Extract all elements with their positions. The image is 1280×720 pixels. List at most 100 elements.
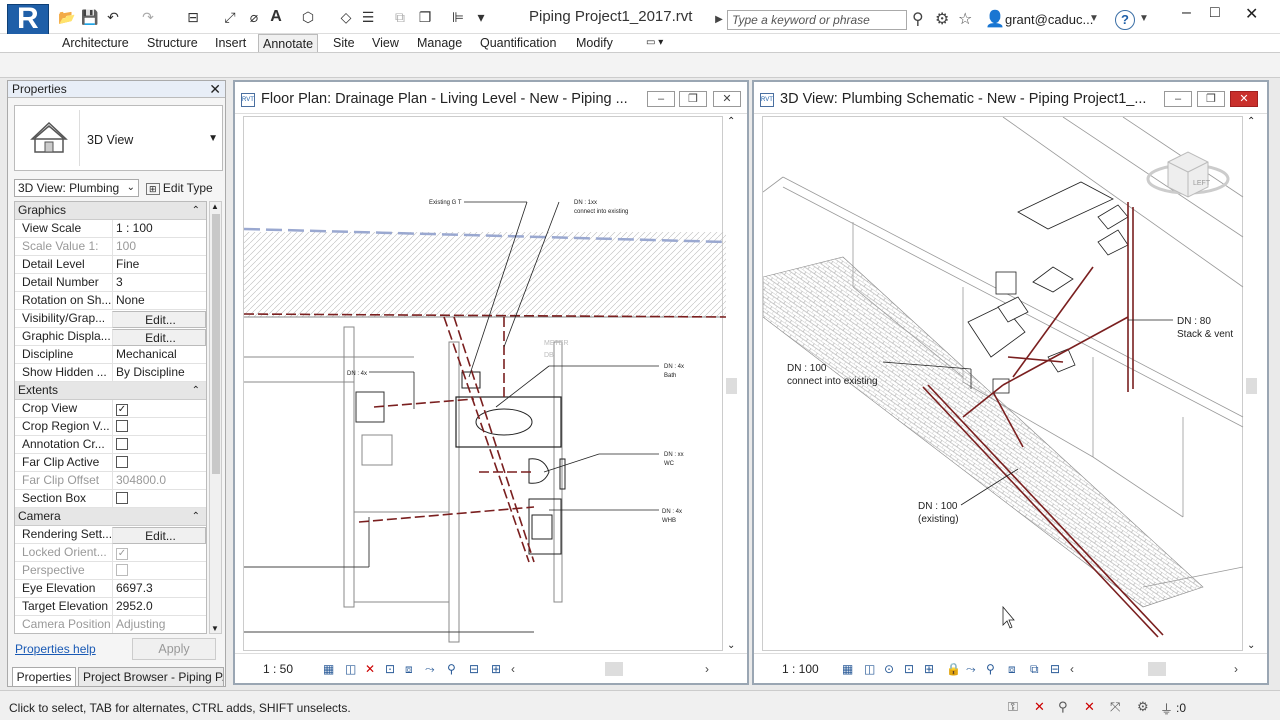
3d-view-canvas[interactable]: LEFT DN : 80 Stack & vent DN : 100 conne… (762, 116, 1244, 651)
minimize-view-button[interactable]: – (647, 91, 675, 107)
switch-windows-icon[interactable]: ❐ (417, 9, 433, 25)
scroll-thumb[interactable] (212, 214, 220, 474)
close-icon[interactable]: ✕ (209, 81, 221, 98)
tab-quantification[interactable]: Quantification (476, 34, 560, 52)
view-scale[interactable]: 1 : 50 (263, 662, 293, 676)
user-name[interactable]: grant@caduc... (1005, 12, 1093, 27)
close-view-button[interactable]: ✕ (713, 91, 741, 107)
group-extents[interactable]: Extents ⌃ (15, 382, 206, 400)
shadows-icon[interactable]: ⊡ (385, 662, 395, 676)
collapse-icon[interactable]: ⌃ (192, 508, 200, 525)
scroll-left-icon[interactable]: ‹ (511, 662, 515, 676)
minimize-button[interactable]: – (1182, 4, 1191, 22)
sun-path-icon[interactable]: ⊙ (884, 662, 894, 676)
open-icon[interactable]: 📂 (58, 9, 75, 25)
text-icon[interactable]: A (268, 9, 284, 25)
prop-value[interactable]: 6697.3 (112, 580, 206, 597)
select-links-icon[interactable]: ⚿ (1008, 699, 1018, 715)
background-process-icon[interactable]: ⚙ (1137, 699, 1149, 715)
instance-selector[interactable]: 3D View: Plumbing ⌄ (14, 179, 139, 197)
user-dropdown-icon[interactable]: ▼ (1089, 13, 1099, 24)
view-scale[interactable]: 1 : 100 (782, 662, 819, 676)
select-by-face-icon[interactable]: ✕ (1084, 699, 1095, 715)
customize-icon[interactable]: ▾ (473, 9, 489, 25)
group-graphics[interactable]: Graphics ⌃ (15, 202, 206, 220)
temp-hide-icon[interactable]: ⤳ (966, 662, 976, 677)
section-icon[interactable]: ◇ (338, 9, 354, 25)
properties-scrollbar[interactable]: ▲ ▼ (209, 201, 222, 634)
close-hidden-icon[interactable]: ⧉ (392, 9, 408, 25)
scroll-up-icon[interactable]: ⌃ (1247, 116, 1255, 127)
redo-icon[interactable]: ↷ (140, 9, 156, 25)
viewcube[interactable]: LEFT (1146, 151, 1230, 198)
tag-icon[interactable]: ⌀ (246, 9, 262, 25)
scroll-up-icon[interactable]: ▲ (211, 202, 219, 211)
rendering-edit-button[interactable]: Edit... (112, 527, 206, 544)
visual-style-icon[interactable]: ◫ (864, 662, 875, 676)
scroll-thumb[interactable] (726, 378, 737, 394)
chevron-down-icon[interactable]: ▼ (208, 133, 218, 144)
prop-detail-level[interactable]: Detail Level Fine (15, 256, 206, 274)
edit-type-button[interactable]: ⊞ Edit Type (146, 179, 213, 197)
prop-crop-view[interactable]: Crop View ✓ (15, 400, 206, 418)
scroll-down-icon[interactable]: ▼ (211, 624, 219, 633)
prop-detail-number[interactable]: Detail Number 3 (15, 274, 206, 292)
tab-modify[interactable]: Modify (572, 34, 617, 52)
3d-view-vertical-scrollbar[interactable]: ⌃ ⌄ (1245, 116, 1259, 651)
crop-view-checkbox[interactable]: ✓ (116, 404, 128, 416)
select-pinned-icon[interactable]: ⚲ (1058, 699, 1068, 715)
floor-plan-canvas[interactable]: Existing G T DN : 1xx connect into exist… (243, 116, 727, 651)
horizontal-scroll-thumb[interactable] (1148, 662, 1166, 676)
prop-value[interactable]: Mechanical (112, 346, 206, 363)
align-icon[interactable]: ⊫ (450, 9, 466, 25)
minimize-view-button[interactable]: – (1164, 91, 1192, 107)
drag-elements-icon[interactable]: ⤧ (1110, 699, 1120, 715)
restore-view-button[interactable]: ❐ (679, 91, 707, 107)
prop-far-clip-active[interactable]: Far Clip Active (15, 454, 206, 472)
prop-value[interactable]: 1 : 100 (112, 220, 206, 237)
tab-architecture[interactable]: Architecture (58, 34, 133, 52)
temp-hide-icon[interactable]: ⚲ (447, 662, 456, 676)
sun-path-icon[interactable]: ✕ (365, 662, 375, 676)
crop-icon[interactable]: ⧈ (1008, 662, 1016, 677)
ribbon-minimize-icon[interactable]: ▭ ▾ (642, 34, 667, 52)
analysis-icon[interactable]: ⊟ (1050, 662, 1060, 676)
scroll-up-icon[interactable]: ⌃ (727, 116, 735, 127)
select-underlay-icon[interactable]: ✕ (1034, 699, 1045, 715)
graphic-display-edit-button[interactable]: Edit... (112, 329, 206, 346)
tab-site[interactable]: Site (329, 34, 359, 52)
prop-crop-region[interactable]: Crop Region V... (15, 418, 206, 436)
collapse-icon[interactable]: ⌃ (192, 382, 200, 399)
collapse-icon[interactable]: ⌃ (192, 202, 200, 219)
section-box-checkbox[interactable] (116, 492, 128, 504)
type-selector[interactable]: 3D View ▼ (14, 105, 223, 171)
group-camera[interactable]: Camera ⌃ (15, 508, 206, 526)
tab-properties[interactable]: Properties (12, 667, 76, 687)
tab-view[interactable]: View (368, 34, 403, 52)
apply-button[interactable]: Apply (132, 638, 216, 660)
scroll-right-icon[interactable]: › (1234, 662, 1238, 676)
prop-graphic-display[interactable]: Graphic Displa... Edit... (15, 328, 206, 346)
3d-view[interactable]: RVT 3D View: Plumbing Schematic - New - … (752, 80, 1269, 685)
visual-style-icon[interactable]: ◫ (345, 662, 356, 676)
help-dropdown-icon[interactable]: ▼ (1139, 13, 1149, 24)
shadows-icon[interactable]: ⊡ (904, 662, 914, 676)
tab-manage[interactable]: Manage (413, 34, 466, 52)
undo-icon[interactable]: ↶ (105, 9, 121, 25)
tab-annotate[interactable]: Annotate (258, 34, 319, 52)
help-icon[interactable]: ? (1115, 10, 1135, 30)
detail-level-icon[interactable]: ▦ (323, 662, 334, 676)
prop-view-scale[interactable]: View Scale 1 : 100 (15, 220, 206, 238)
prop-rendering[interactable]: Rendering Sett... Edit... (15, 526, 206, 544)
thin-lines-icon[interactable]: ☰ (360, 9, 376, 25)
prop-discipline[interactable]: Discipline Mechanical (15, 346, 206, 364)
tab-project-browser[interactable]: Project Browser - Piping P... (78, 667, 224, 687)
search-input[interactable]: Type a keyword or phrase (727, 10, 907, 30)
prop-target-elevation[interactable]: Target Elevation 2952.0 (15, 598, 206, 616)
analysis-icon[interactable]: ⊞ (491, 662, 501, 676)
prop-value[interactable]: None (112, 292, 206, 309)
scroll-right-icon[interactable]: › (705, 662, 709, 676)
close-view-button[interactable]: ✕ (1230, 91, 1258, 107)
scroll-thumb[interactable] (1246, 378, 1257, 394)
reveal-icon[interactable]: ⊟ (469, 662, 479, 676)
